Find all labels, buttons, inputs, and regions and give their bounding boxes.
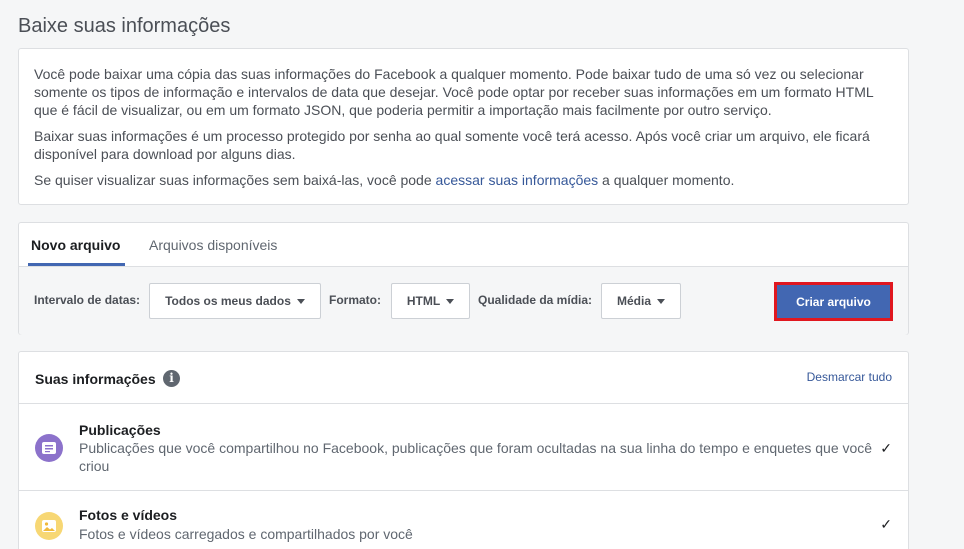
media-quality-label: Qualidade da mídia: — [478, 293, 593, 307]
info-card: Suas informações i Desmarcar tudo Public… — [18, 351, 909, 549]
filters-bar: Intervalo de datas: Todos os meus dados … — [19, 267, 908, 335]
intro-p3-before: Se quiser visualizar suas informações se… — [34, 172, 436, 188]
tab-new-file[interactable]: Novo arquivo — [31, 237, 120, 253]
format-value: HTML — [406, 294, 441, 308]
chevron-down-icon — [657, 298, 665, 304]
date-range-label: Intervalo de datas: — [34, 293, 141, 307]
format-select[interactable]: HTML — [391, 283, 470, 319]
media-quality-value: Média — [616, 294, 651, 308]
tabs-bar: Novo arquivo Arquivos disponíveis — [19, 223, 908, 267]
list-item-photos-videos: Fotos e vídeos Fotos e vídeos carregados… — [19, 491, 908, 549]
intro-card: Você pode baixar uma cópia das suas info… — [18, 48, 909, 205]
info-header: Suas informações i Desmarcar tudo — [19, 352, 908, 404]
intro-paragraph-2: Baixar suas informações é um processo pr… — [34, 128, 870, 162]
info-title: Suas informações — [35, 371, 156, 387]
intro-p3-after: a qualquer momento. — [598, 172, 735, 188]
media-quality-select[interactable]: Média — [601, 283, 681, 319]
uncheck-all-link[interactable]: Desmarcar tudo — [807, 370, 892, 384]
posts-checkbox[interactable]: ✓ — [880, 440, 892, 457]
page-title: Baixe suas informações — [18, 15, 231, 37]
chevron-down-icon — [446, 298, 455, 304]
posts-description: Publicações que você compartilhou no Fac… — [79, 440, 873, 474]
create-file-button[interactable]: Criar arquivo — [777, 285, 890, 318]
photos-videos-checkbox[interactable]: ✓ — [880, 516, 892, 533]
photos-icon — [35, 512, 63, 540]
intro-paragraph-3: Se quiser visualizar suas informações se… — [34, 171, 893, 189]
photos-videos-description: Fotos e vídeos carregados e compartilhad… — [79, 526, 413, 542]
date-range-select[interactable]: Todos os meus dados — [149, 283, 321, 319]
list-item-posts: Publicações Publicações que você compart… — [19, 404, 908, 491]
tab-available-files[interactable]: Arquivos disponíveis — [149, 237, 277, 253]
date-range-value: Todos os meus dados — [165, 294, 291, 308]
access-info-link[interactable]: acessar suas informações — [436, 172, 599, 188]
format-label: Formato: — [329, 293, 381, 307]
posts-icon — [35, 434, 63, 462]
posts-title: Publicações — [79, 422, 161, 438]
intro-paragraph-1: Você pode baixar uma cópia das suas info… — [34, 66, 874, 118]
photos-videos-title: Fotos e vídeos — [79, 507, 178, 523]
info-icon[interactable]: i — [163, 370, 180, 387]
file-card: Novo arquivo Arquivos disponíveis Interv… — [18, 222, 909, 335]
chevron-down-icon — [296, 298, 305, 304]
active-tab-indicator — [28, 263, 125, 266]
create-button-highlight: Criar arquivo — [774, 282, 893, 321]
